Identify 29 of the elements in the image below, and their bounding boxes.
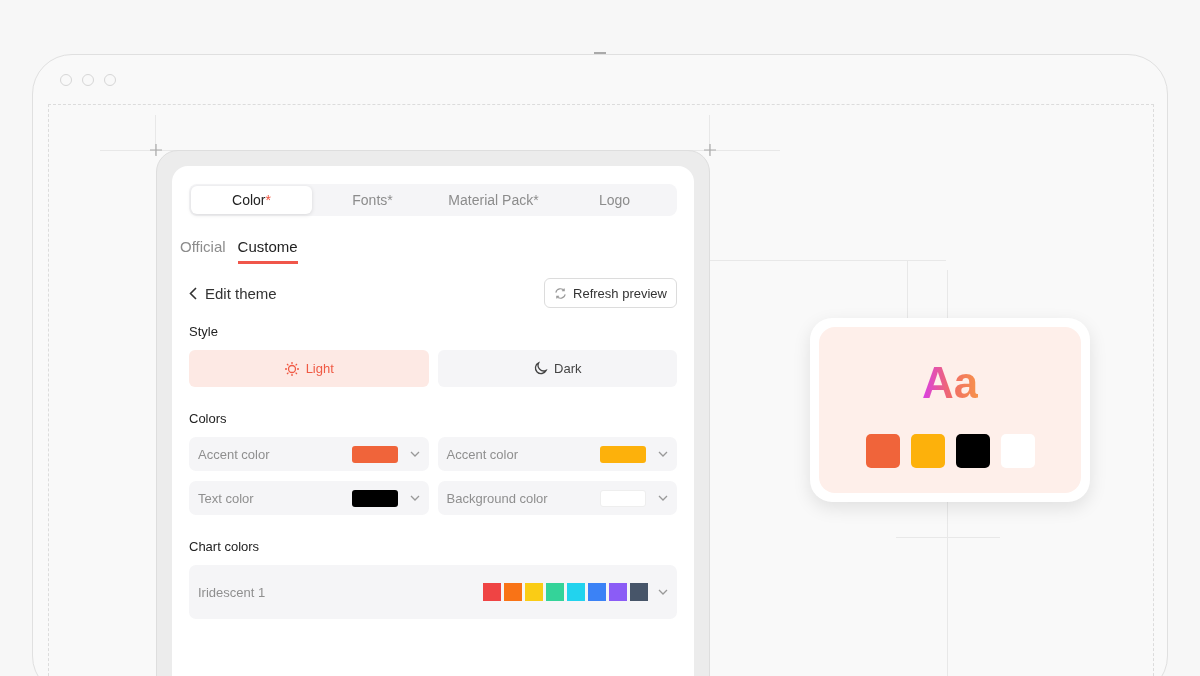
chevron-down-icon	[409, 495, 420, 501]
refresh-button[interactable]: Refresh preview	[544, 278, 677, 308]
subtab[interactable]: Official	[180, 238, 226, 264]
section-label: Chart colors	[189, 539, 261, 554]
tab[interactable]: Fonts*	[312, 186, 433, 214]
tab[interactable]: Material Pack*	[433, 186, 554, 214]
color-select[interactable]: Text color	[189, 481, 429, 515]
chevron-down-icon	[409, 451, 420, 457]
subtab[interactable]: Custome	[237, 238, 298, 264]
moon-icon	[533, 361, 548, 376]
sun-icon	[283, 360, 300, 377]
style-option[interactable]: Dark	[437, 350, 677, 387]
style-option[interactable]: Light	[189, 350, 429, 387]
refresh-icon	[554, 286, 568, 300]
palette-select[interactable]: Iridescent 1	[189, 565, 677, 619]
chevron-down-icon	[658, 495, 668, 501]
color-select[interactable]: Accent color	[189, 437, 429, 471]
chevron-down-icon	[658, 589, 668, 595]
section-label: Style	[189, 324, 219, 339]
tab[interactable]: Logo	[554, 186, 675, 214]
chevron-down-icon	[658, 451, 668, 457]
plus-icon	[704, 144, 716, 156]
back-icon	[189, 286, 197, 300]
plus-icon	[150, 144, 162, 156]
section-label: Colors	[189, 411, 228, 426]
color-select[interactable]: Background color	[437, 481, 677, 515]
color-select[interactable]: Accent color	[437, 437, 677, 471]
tab[interactable]: Color*	[191, 186, 312, 214]
back-link[interactable]: Edit theme	[189, 284, 277, 302]
